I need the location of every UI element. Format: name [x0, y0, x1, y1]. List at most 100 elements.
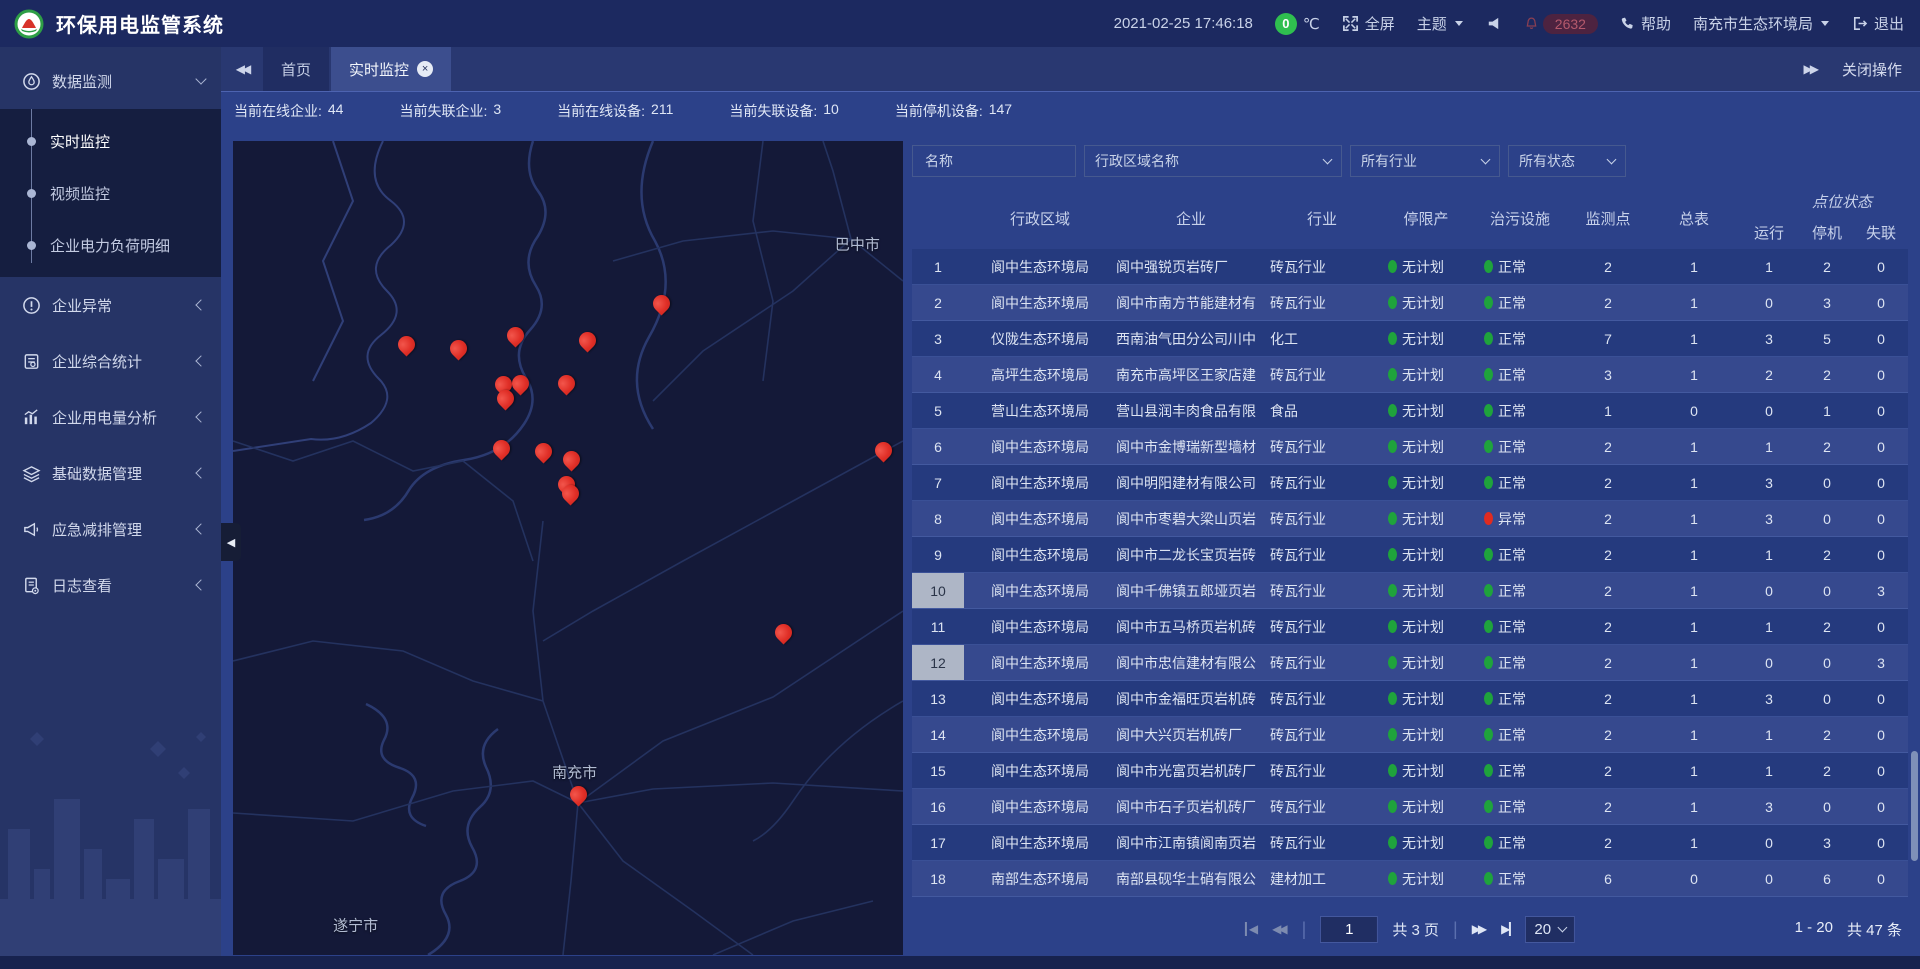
page-size-select[interactable]: 20 — [1525, 916, 1575, 943]
help-button[interactable]: 帮助 — [1620, 13, 1671, 34]
notifications-button[interactable]: 2632 — [1524, 14, 1598, 34]
table-row[interactable]: 17 阆中生态环境局 阆中市江南镇阆南页岩 砖瓦行业 无计划 正常 2 1 0 … — [912, 825, 1908, 861]
cell-points: 2 — [1566, 681, 1650, 716]
last-page-button[interactable]: ▶ — [1501, 922, 1511, 936]
temperature-indicator: 0 ℃ — [1275, 13, 1320, 35]
column-header-offline[interactable]: 失联 — [1854, 215, 1908, 249]
column-header-limit[interactable]: 停限产 — [1378, 187, 1474, 249]
chevron-icon — [195, 467, 206, 478]
mute-button[interactable] — [1485, 15, 1502, 32]
cell-meters: 1 — [1650, 249, 1738, 284]
table-row[interactable]: 12 阆中生态环境局 阆中市忠信建材有限公 砖瓦行业 无计划 正常 2 1 0 … — [912, 645, 1908, 681]
chevron-down-icon — [1323, 155, 1333, 165]
column-header-facility[interactable]: 治污设施 — [1474, 187, 1566, 249]
skyline-decoration — [0, 709, 221, 969]
column-header-stop[interactable]: 停机 — [1800, 215, 1854, 249]
status-dot — [1388, 620, 1397, 633]
logout-button[interactable]: 退出 — [1851, 13, 1904, 34]
sidebar-group-log[interactable]: 日志查看 — [0, 557, 221, 613]
sidebar-group-gauge[interactable]: 数据监测 — [0, 53, 221, 109]
table-row[interactable]: 9 阆中生态环境局 阆中市二龙长宝页岩砖 砖瓦行业 无计划 正常 2 1 1 2… — [912, 537, 1908, 573]
stat-value: 10 — [823, 101, 839, 121]
cell-run: 1 — [1738, 609, 1800, 644]
table-row[interactable]: 11 阆中生态环境局 阆中市五马桥页岩机砖 砖瓦行业 无计划 正常 2 1 1 … — [912, 609, 1908, 645]
tab[interactable]: 首页 — [263, 47, 329, 91]
table-row[interactable]: 8 阆中生态环境局 阆中市枣碧大梁山页岩 砖瓦行业 无计划 异常 2 1 3 0… — [912, 501, 1908, 537]
cell-company: 阆中大兴页岩机砖厂 — [1116, 717, 1266, 752]
chevron-icon — [195, 579, 206, 590]
table-row[interactable]: 14 阆中生态环境局 阆中大兴页岩机砖厂 砖瓦行业 无计划 正常 2 1 1 2… — [912, 717, 1908, 753]
table-row[interactable]: 7 阆中生态环境局 阆中明阳建材有限公司 砖瓦行业 无计划 正常 2 1 3 0… — [912, 465, 1908, 501]
cell-offline: 0 — [1854, 285, 1908, 320]
stat-item: 当前失联设备: 10 — [729, 101, 838, 121]
table-row[interactable]: 4 高坪生态环境局 南充市高坪区王家店建 砖瓦行业 无计划 正常 3 1 2 2… — [912, 357, 1908, 393]
column-header-company[interactable]: 企业 — [1116, 187, 1266, 249]
sidebar-group-chart[interactable]: 企业用电量分析 — [0, 389, 221, 445]
theme-menu[interactable]: 主题 — [1417, 13, 1463, 34]
column-header-meters[interactable]: 总表 — [1650, 187, 1738, 249]
table-row[interactable]: 1 阆中生态环境局 阆中强锐页岩砖厂 砖瓦行业 无计划 正常 2 1 1 2 0 — [912, 249, 1908, 285]
cell-company: 阆中市五马桥页岩机砖 — [1116, 609, 1266, 644]
sidebar-group-stats[interactable]: 企业综合统计 — [0, 333, 221, 389]
cell-limit: 无计划 — [1378, 537, 1474, 572]
column-header-run[interactable]: 运行 — [1738, 215, 1800, 249]
cell-offline: 0 — [1854, 321, 1908, 356]
stat-item: 当前在线企业: 44 — [234, 101, 343, 121]
cell-industry: 砖瓦行业 — [1266, 249, 1378, 284]
sidebar-group-layers[interactable]: 基础数据管理 — [0, 445, 221, 501]
cell-industry: 砖瓦行业 — [1266, 753, 1378, 788]
cell-facility: 正常 — [1474, 789, 1566, 824]
stat-label: 当前失联设备: — [729, 101, 817, 121]
cell-industry: 砖瓦行业 — [1266, 645, 1378, 680]
temperature-badge: 0 — [1275, 13, 1297, 35]
table-row[interactable]: 18 南部生态环境局 南部县砚华土硝有限公 建材加工 无计划 正常 6 0 0 … — [912, 861, 1908, 897]
sidebar-group-alert[interactable]: 企业异常 — [0, 277, 221, 333]
cell-limit: 无计划 — [1378, 249, 1474, 284]
bullet-icon — [27, 189, 36, 198]
cell-region: 阆中生态环境局 — [964, 789, 1116, 824]
sidebar-collapse-button[interactable]: ◀ — [221, 523, 241, 561]
table-scrollbar[interactable] — [1911, 751, 1918, 861]
name-search-field[interactable] — [923, 152, 1065, 170]
cell-meters: 1 — [1650, 285, 1738, 320]
first-page-button[interactable]: ◀ — [1245, 922, 1258, 936]
tab-close-icon[interactable]: × — [417, 61, 433, 77]
status-filter-select[interactable]: 所有状态 — [1508, 145, 1626, 177]
status-dot — [1484, 476, 1493, 489]
org-menu[interactable]: 南充市生态环境局 — [1693, 13, 1829, 34]
table-row[interactable]: 3 仪陇生态环境局 西南油气田分公司川中 化工 无计划 正常 7 1 3 5 0 — [912, 321, 1908, 357]
region-filter-select[interactable]: 行政区域名称 — [1084, 145, 1342, 177]
sidebar-subitem[interactable]: 企业电力负荷明细 — [0, 219, 221, 271]
cell-meters: 1 — [1650, 465, 1738, 500]
cell-stop: 2 — [1800, 609, 1854, 644]
map-panel[interactable]: 巴中市南充市遂宁市 — [233, 141, 903, 955]
row-number: 16 — [912, 789, 964, 824]
tab[interactable]: 实时监控 × — [331, 47, 451, 91]
temperature-unit: ℃ — [1303, 15, 1320, 33]
table-row[interactable]: 2 阆中生态环境局 阆中市南方节能建材有 砖瓦行业 无计划 正常 2 1 0 3… — [912, 285, 1908, 321]
tabs-scroll-right-button[interactable]: ▶▶ — [1804, 62, 1816, 76]
fullscreen-icon — [1342, 15, 1359, 32]
sidebar-group-icon — [22, 352, 41, 371]
table-row[interactable]: 5 营山生态环境局 营山县润丰肉食品有限 食品 无计划 正常 1 0 0 1 0 — [912, 393, 1908, 429]
name-filter-input[interactable] — [912, 145, 1076, 177]
column-header-industry[interactable]: 行业 — [1266, 187, 1378, 249]
sidebar-subitem[interactable]: 视频监控 — [0, 167, 221, 219]
sidebar-group-megaphone[interactable]: 应急减排管理 — [0, 501, 221, 557]
table-row[interactable]: 16 阆中生态环境局 阆中市石子页岩机砖厂 砖瓦行业 无计划 正常 2 1 3 … — [912, 789, 1908, 825]
tabs-scroll-left-button[interactable]: ◀◀ — [221, 47, 263, 91]
fullscreen-button[interactable]: 全屏 — [1342, 13, 1395, 34]
industry-filter-select[interactable]: 所有行业 — [1350, 145, 1500, 177]
column-header-points[interactable]: 监测点 — [1566, 187, 1650, 249]
prev-page-button[interactable]: ◀◀ — [1272, 922, 1287, 936]
column-header-region[interactable]: 行政区域 — [964, 187, 1116, 249]
sidebar-subitem[interactable]: 实时监控 — [0, 115, 221, 167]
close-operations-menu[interactable]: 关闭操作 — [1842, 59, 1902, 80]
table-row[interactable]: 15 阆中生态环境局 阆中市光富页岩机砖厂 砖瓦行业 无计划 正常 2 1 1 … — [912, 753, 1908, 789]
next-page-button[interactable]: ▶▶ — [1472, 922, 1487, 936]
table-row[interactable]: 6 阆中生态环境局 阆中市金博瑞新型墙材 砖瓦行业 无计划 正常 2 1 1 2… — [912, 429, 1908, 465]
table-row[interactable]: 13 阆中生态环境局 阆中市金福旺页岩机砖 砖瓦行业 无计划 正常 2 1 3 … — [912, 681, 1908, 717]
table-row[interactable]: 10 阆中生态环境局 阆中千佛镇五郎垭页岩 砖瓦行业 无计划 正常 2 1 0 … — [912, 573, 1908, 609]
cell-stop: 2 — [1800, 717, 1854, 752]
page-number-input[interactable]: 1 — [1320, 916, 1378, 943]
